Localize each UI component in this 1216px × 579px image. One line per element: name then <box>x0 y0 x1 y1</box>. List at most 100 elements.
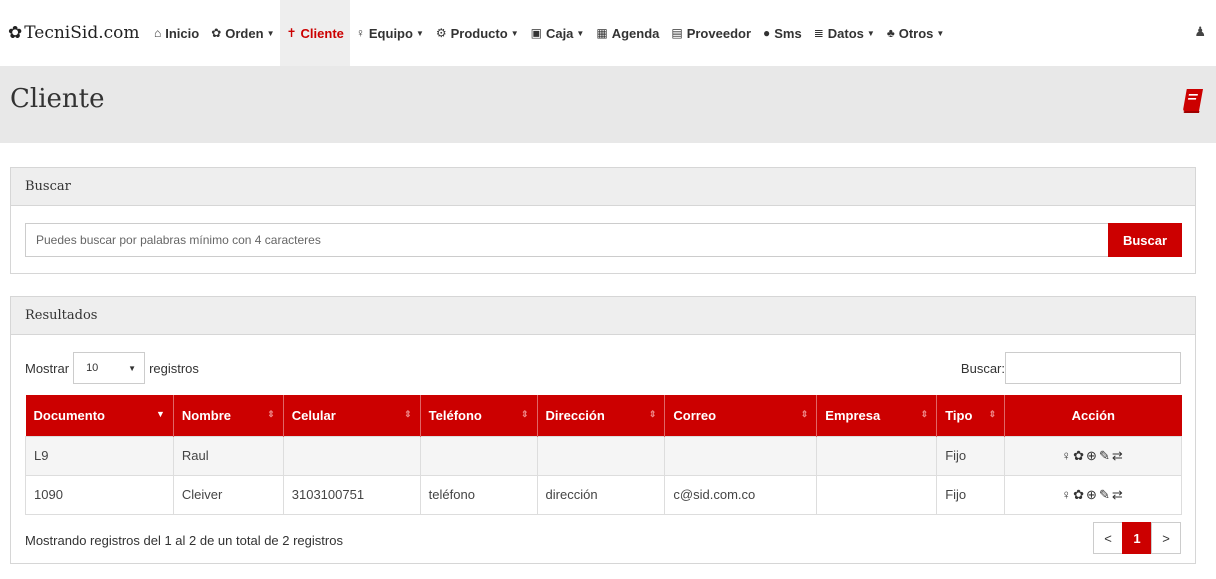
table-cell: L9 <box>25 435 174 476</box>
table-cell <box>419 435 538 476</box>
search-input[interactable] <box>25 223 1108 257</box>
nav-item-label: Agenda <box>611 25 660 41</box>
column-header-1[interactable]: Nombre ⇕ <box>173 395 284 436</box>
sort-icon: ⇕ <box>800 409 809 419</box>
results-panel-title: Resultados <box>11 297 1195 335</box>
column-header-4[interactable]: Dirección ⇕ <box>537 395 666 436</box>
table-cell: Raul <box>172 435 284 476</box>
nav-item-label: Producto <box>450 25 508 41</box>
edit-icon[interactable]: ✎ <box>1099 448 1112 463</box>
nav-item-producto[interactable]: ⚙ Producto ▼ <box>430 0 525 66</box>
page-title: Cliente <box>10 84 105 114</box>
column-header-7[interactable]: Tipo ⇕ <box>936 395 1006 436</box>
agenda-icon: ▦ <box>596 26 608 40</box>
pager-next[interactable]: > <box>1151 522 1181 554</box>
table-info: Mostrando registros del 1 al 2 de un tot… <box>25 533 343 548</box>
transfer-icon[interactable]: ⇄ <box>1112 448 1125 463</box>
nav-item-agenda[interactable]: ▦ Agenda <box>590 0 665 66</box>
cliente-icon: ✝ <box>286 26 297 40</box>
sort-icon: ⇕ <box>404 409 412 419</box>
nav-item-datos[interactable]: ≣ Datos ▼ <box>808 0 881 66</box>
search-button[interactable]: Buscar <box>1108 223 1182 257</box>
orden-gear-icon[interactable]: ✿ <box>1073 448 1086 463</box>
nav-item-otros[interactable]: ♣ Otros ▼ <box>881 0 950 66</box>
sort-icon: ⇕ <box>988 409 997 419</box>
chevron-down-icon: ▼ <box>266 28 275 38</box>
table-filter: Buscar: <box>961 352 1181 384</box>
pager-prev[interactable]: < <box>1093 522 1123 554</box>
search-row: Buscar <box>25 223 1182 257</box>
column-header-label: Celular <box>291 407 336 423</box>
results-table: Documento ▼ Nombre ⇕ Celular ⇕ Teléfono ⇕ Direcc… <box>25 395 1182 515</box>
column-header-5[interactable]: Correo ⇕ <box>664 395 818 436</box>
datos-icon: ≣ <box>813 26 824 40</box>
edit-icon[interactable]: ✎ <box>1099 487 1112 502</box>
nav-item-inicio[interactable]: ⌂ Inicio <box>148 0 205 66</box>
view-icon[interactable]: ⊕ <box>1086 448 1099 463</box>
chevron-down-icon: ▼ <box>576 28 585 38</box>
equipo-icon[interactable]: ♀ <box>1061 448 1073 463</box>
column-header-label: Teléfono <box>428 407 482 423</box>
column-header-3[interactable]: Teléfono ⇕ <box>420 395 538 436</box>
table-header-row: Documento ▼ Nombre ⇕ Celular ⇕ Teléfono ⇕ Direcc… <box>25 395 1182 436</box>
chevron-down-icon: ▼ <box>510 28 519 38</box>
proveedor-icon: ▤ <box>671 26 683 40</box>
table-body: L9 Raul Fijo ♀✿⊕✎⇄ 1090 Cleiver 3103100751 telé… <box>25 435 1182 515</box>
equipo-icon[interactable]: ♀ <box>1061 487 1073 502</box>
brand[interactable]: ✿ TecniSid.com <box>0 23 148 43</box>
nav-item-orden[interactable]: ✿ Orden ▼ <box>205 0 280 66</box>
nav-item-label: Equipo <box>368 25 413 41</box>
column-header-8[interactable]: Acción <box>1004 395 1182 436</box>
nav-item-cliente[interactable]: ✝ Cliente <box>280 0 350 66</box>
nav-item-caja[interactable]: ▣ Caja ▼ <box>525 0 591 66</box>
nav-item-label: Inicio <box>165 25 200 41</box>
table-cell: c@sid.com.co <box>664 474 818 515</box>
table-cell <box>816 474 938 515</box>
column-header-2[interactable]: Celular ⇕ <box>283 395 421 436</box>
orden-gear-icon[interactable]: ✿ <box>1073 487 1086 502</box>
caja-icon: ▣ <box>530 26 542 40</box>
table-cell: Cleiver <box>172 474 284 515</box>
column-header-label: Empresa <box>825 407 881 423</box>
filter-input[interactable] <box>1005 352 1181 384</box>
chevron-down-icon: ▼ <box>936 28 945 38</box>
pagination: < 1 > <box>1093 522 1181 554</box>
view-icon[interactable]: ⊕ <box>1086 487 1099 502</box>
table-row: L9 Raul Fijo ♀✿⊕✎⇄ <box>25 435 1182 476</box>
column-header-label: Tipo <box>945 407 973 423</box>
table-cell: Fijo <box>936 435 1006 476</box>
filter-label: Buscar: <box>960 360 1005 376</box>
sort-icon: ⇕ <box>648 409 657 419</box>
nav-item-proveedor[interactable]: ▤ Proveedor <box>665 0 757 66</box>
column-header-label: Documento <box>33 407 106 423</box>
search-panel-title: Buscar <box>11 168 1195 206</box>
table-row: 1090 Cleiver 3103100751 teléfono dirección c@… <box>25 474 1182 515</box>
table-cell: teléfono <box>419 474 538 515</box>
search-panel: Buscar Buscar <box>10 167 1196 274</box>
column-header-label: Nombre <box>181 407 231 423</box>
otros-icon: ♣ <box>886 26 895 40</box>
table-cell: 1090 <box>25 474 174 515</box>
chevron-down-icon: ▼ <box>128 363 137 373</box>
table-cell <box>536 435 666 476</box>
chevron-down-icon: ▼ <box>866 28 875 38</box>
page-length-select[interactable]: 10 ▼ <box>73 352 146 384</box>
nav-item-equipo[interactable]: ♀ Equipo ▼ <box>350 0 430 66</box>
page-length-value: 10 <box>86 362 99 374</box>
nav-item-label: Caja <box>545 25 574 41</box>
table-cell <box>816 435 938 476</box>
column-header-6[interactable]: Empresa ⇕ <box>816 395 938 436</box>
results-panel: Resultados Mostrar 10 ▼ registros Buscar… <box>10 296 1196 564</box>
main-menu: ⌂ Inicio ✿ Orden ▼ ✝ Cliente ♀ Equipo ▼ ⚙ Producto ▼… <box>148 0 950 66</box>
producto-icon: ⚙ <box>435 26 447 40</box>
column-header-0[interactable]: Documento ▼ <box>25 395 174 436</box>
pager-page-1[interactable]: 1 <box>1122 522 1152 554</box>
equipo-icon: ♀ <box>355 26 365 40</box>
book-icon[interactable] <box>1182 88 1204 114</box>
brand-name: TecniSid.com <box>24 23 140 43</box>
user-icon[interactable]: ♟ <box>1194 24 1206 40</box>
column-header-label: Correo <box>673 407 717 423</box>
sms-icon: ● <box>763 26 771 40</box>
transfer-icon[interactable]: ⇄ <box>1112 487 1125 502</box>
nav-item-sms[interactable]: ● Sms <box>757 0 808 66</box>
